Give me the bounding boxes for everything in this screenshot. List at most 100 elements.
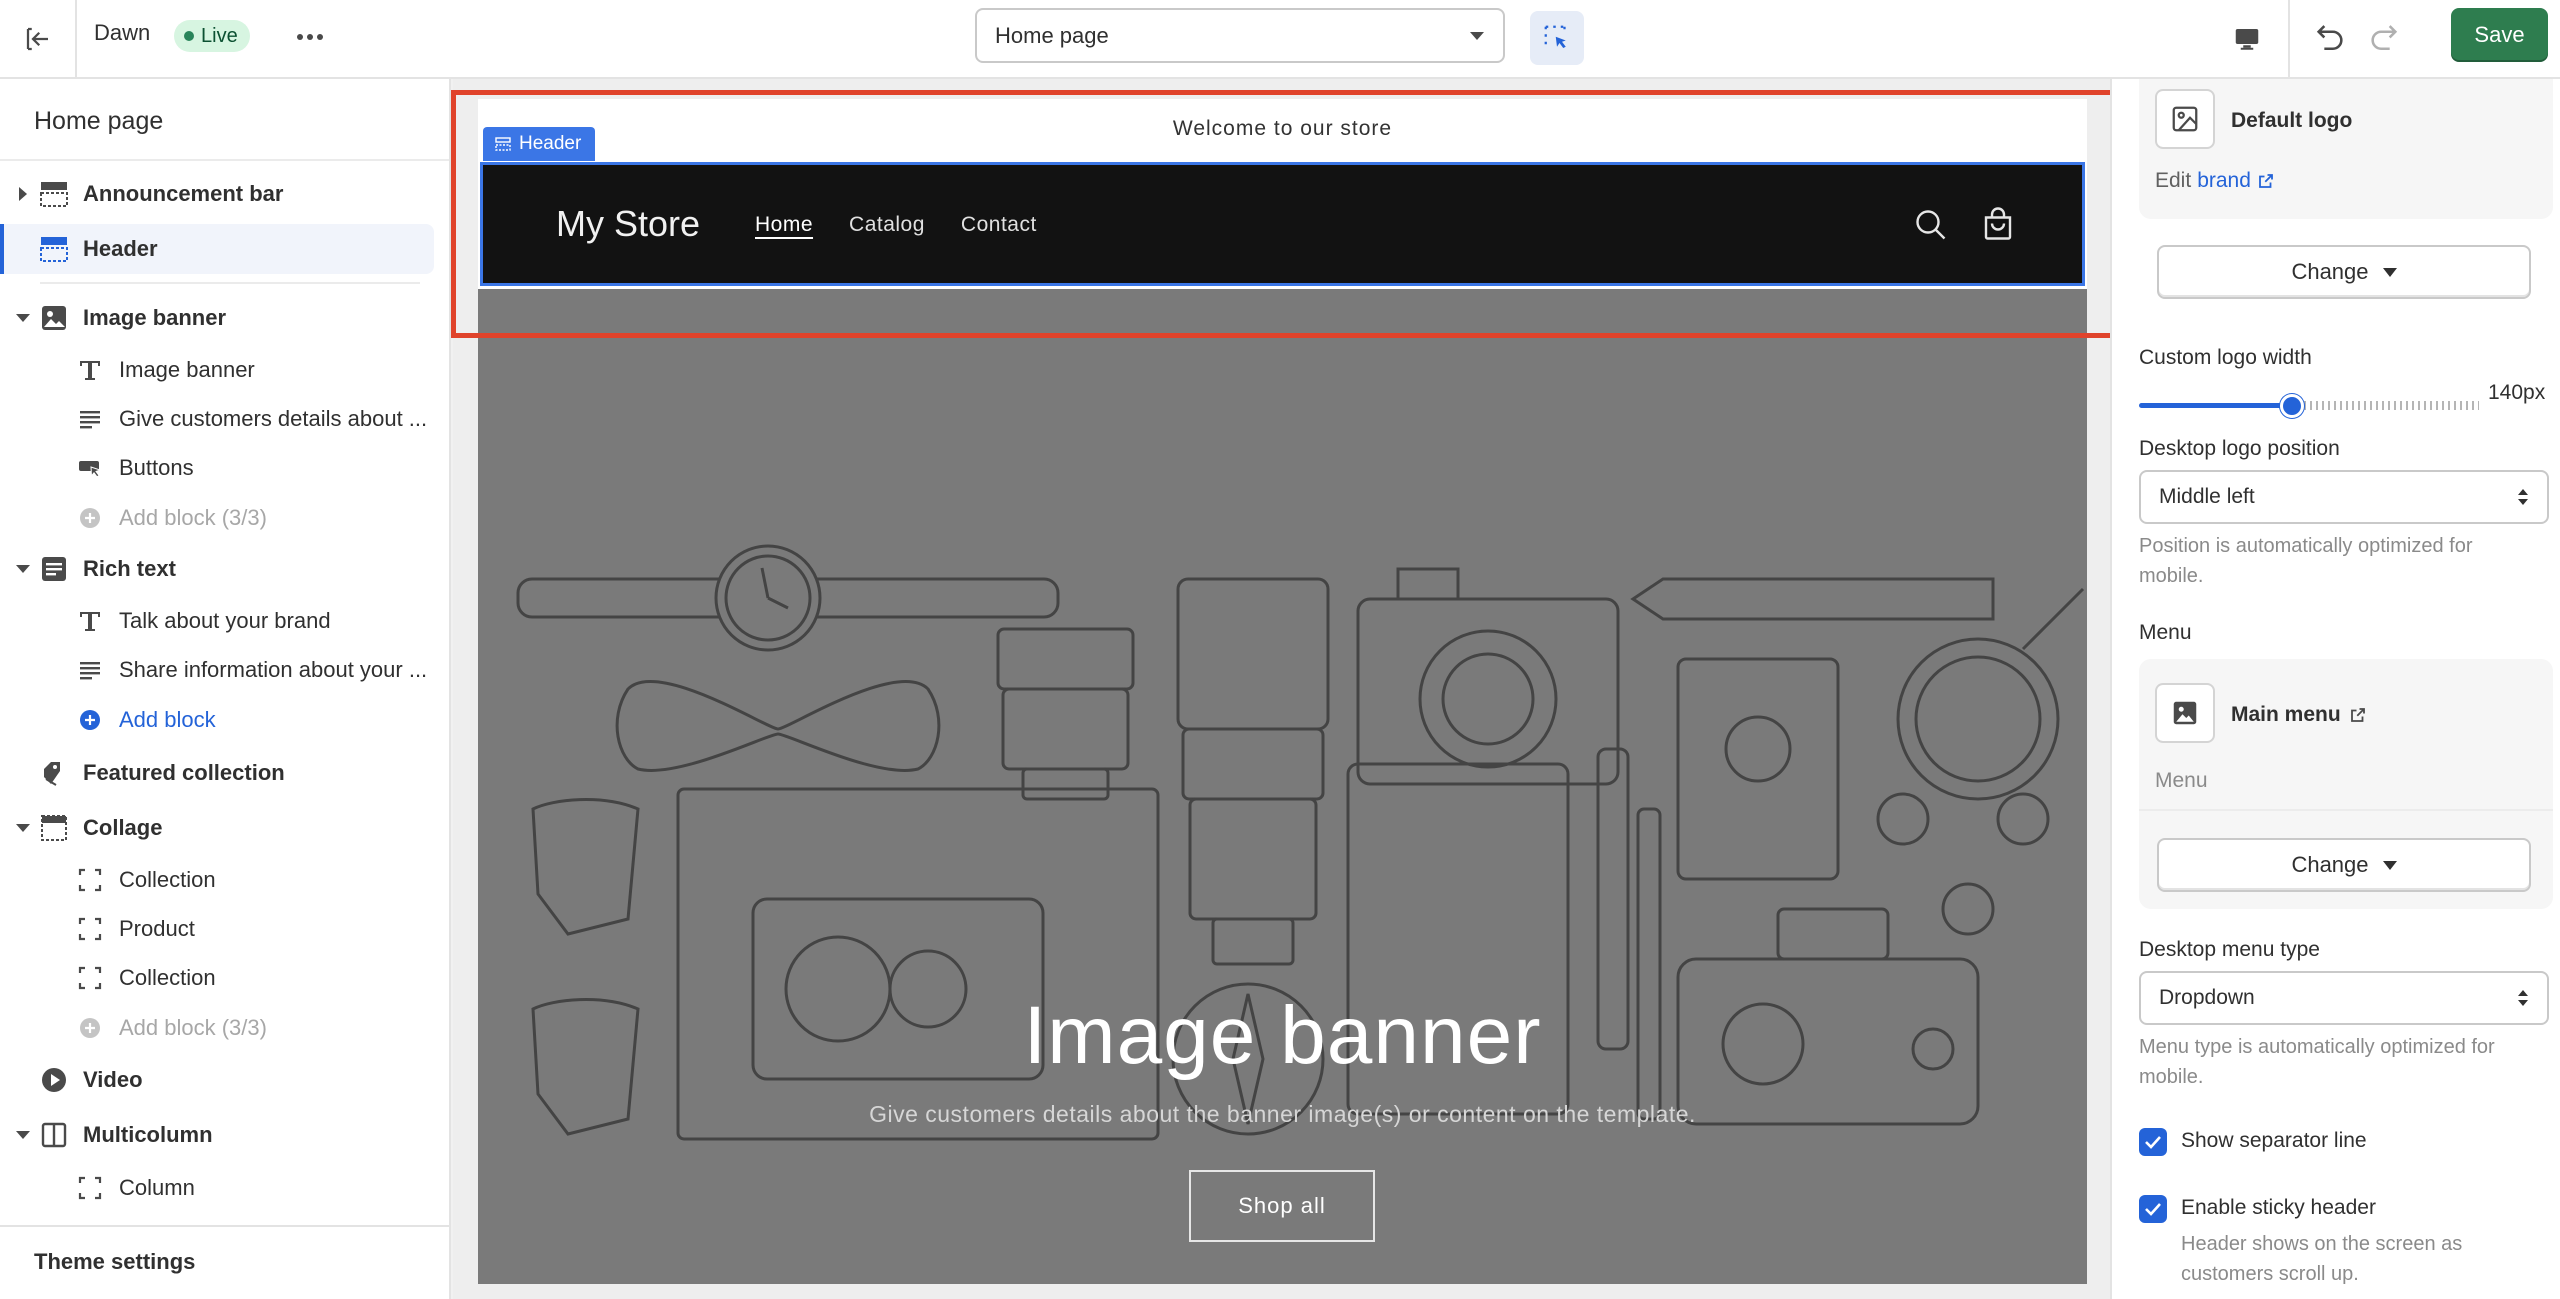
store-preview: Welcome to our store Header My Store Hom…: [453, 79, 2110, 1299]
banner-heading: Image banner: [1023, 990, 1542, 1081]
logo-width-slider[interactable]: [2139, 385, 2479, 425]
save-button[interactable]: Save: [2451, 8, 2548, 62]
page-selector[interactable]: Home page: [975, 8, 1505, 63]
sticky-header-label: Enable sticky header: [2181, 1196, 2376, 1219]
add-circle-icon: [76, 504, 104, 532]
edit-brand-link[interactable]: brand: [2197, 169, 2251, 193]
section-header[interactable]: Header: [0, 224, 434, 274]
separator-label: Show separator line: [2181, 1129, 2367, 1152]
image-placeholder-icon: [2172, 106, 2198, 132]
theme-settings-label: Theme settings: [34, 1249, 196, 1274]
separator-checkbox[interactable]: [2139, 1128, 2167, 1156]
chevron-down-icon[interactable]: [16, 1128, 30, 1142]
chevron-right-icon[interactable]: [16, 187, 30, 201]
edit-brand-row: Edit brand: [2155, 169, 2275, 193]
shop-all-button[interactable]: Shop all: [1189, 1170, 1375, 1242]
menu-type-select[interactable]: Dropdown: [2139, 971, 2549, 1025]
section-announcement-bar[interactable]: Announcement bar: [0, 169, 449, 219]
theme-settings-tab[interactable]: Theme settings: [0, 1225, 449, 1299]
dashed-square-icon: [76, 866, 104, 894]
desktop-preview-button[interactable]: [2224, 16, 2270, 62]
section-multicolumn[interactable]: Multicolumn: [0, 1110, 449, 1160]
slider-knob[interactable]: [2280, 394, 2304, 418]
menu-title-row: Main menu: [2231, 703, 2367, 727]
block-label: Product: [119, 916, 195, 941]
exit-button[interactable]: [0, 0, 77, 77]
image-banner[interactable]: Image banner Give customers details abou…: [478, 289, 2087, 1284]
add-block-image-banner: Add block (3/3): [0, 493, 449, 543]
chevron-down-icon[interactable]: [16, 311, 30, 325]
block-collage-product[interactable]: Product: [0, 904, 449, 954]
logo-width-value: 140px: [2488, 381, 2546, 404]
ellipsis-icon: [297, 34, 323, 40]
more-actions-button[interactable]: [292, 22, 328, 52]
logo-card: Default logo Edit brand: [2139, 79, 2553, 219]
live-dot-icon: [184, 31, 194, 41]
text-icon: [76, 356, 104, 384]
logo-thumbnail[interactable]: [2155, 89, 2215, 149]
redo-button[interactable]: [2364, 16, 2404, 56]
block-rich-text-heading[interactable]: Talk about your brand: [0, 596, 449, 646]
text-icon: [76, 607, 104, 635]
block-label: Column: [119, 1175, 195, 1200]
store-header[interactable]: Header My Store Home Catalog Contact: [480, 127, 2085, 286]
topbar-divider: [2288, 0, 2290, 77]
slider-fill: [2139, 403, 2292, 408]
nav-home-link[interactable]: Home: [755, 213, 813, 237]
redo-icon: [2371, 25, 2398, 51]
checkmark-icon: [2145, 1136, 2161, 1149]
add-block-rich-text[interactable]: Add block: [0, 695, 449, 745]
section-video[interactable]: Video: [0, 1055, 449, 1105]
chevron-down-icon[interactable]: [16, 562, 30, 576]
image-icon: [2173, 701, 2197, 725]
block-collage-collection-2[interactable]: Collection: [0, 953, 449, 1003]
chevron-down-icon[interactable]: [16, 821, 30, 835]
announcement-bar[interactable]: Welcome to our store: [478, 99, 2087, 159]
menu-card-divider: [2139, 809, 2553, 811]
section-rich-text[interactable]: Rich text: [0, 544, 449, 594]
logo-change-button[interactable]: Change: [2157, 245, 2531, 299]
inspector-toggle-button[interactable]: [1530, 11, 1584, 65]
nav-catalog-link[interactable]: Catalog: [849, 213, 925, 237]
add-block-label: Add block (3/3): [119, 505, 267, 530]
logo-position-value: Middle left: [2159, 485, 2255, 508]
search-icon[interactable]: [1913, 207, 1949, 243]
menu-change-button[interactable]: Change: [2157, 838, 2531, 892]
desktop-icon: [2235, 29, 2259, 50]
sidebar-title: Home page: [34, 107, 164, 135]
section-collage[interactable]: Collage: [0, 803, 449, 853]
section-image-banner[interactable]: Image banner: [0, 293, 449, 343]
rich-text-icon: [38, 553, 70, 585]
menu-type-help: Menu type is automatically optimized for…: [2139, 1036, 2495, 1088]
caret-down-icon: [2382, 267, 2397, 277]
section-label: Multicolumn: [83, 1122, 213, 1147]
block-label: Share information about your ...: [119, 657, 428, 682]
undo-button[interactable]: [2310, 16, 2350, 56]
nav-contact-link[interactable]: Contact: [961, 213, 1037, 237]
top-bar: Dawn Live Home page Save: [0, 0, 2560, 79]
menu-title[interactable]: Main menu: [2231, 703, 2341, 727]
columns-icon: [38, 1119, 70, 1151]
section-label: Announcement bar: [83, 181, 284, 206]
logo-width-label: Custom logo width: [2139, 346, 2312, 369]
sticky-header-checkbox[interactable]: [2139, 1195, 2167, 1223]
logo-position-label: Desktop logo position: [2139, 437, 2340, 460]
logo-position-select[interactable]: Middle left: [2139, 470, 2549, 524]
block-rich-text-text[interactable]: Share information about your ...: [0, 645, 449, 695]
section-featured-collection[interactable]: Featured collection: [0, 748, 449, 798]
select-arrows-icon: [2518, 489, 2528, 505]
preview-canvas: Welcome to our store Header My Store Hom…: [478, 99, 2087, 1284]
cart-icon[interactable]: [1980, 207, 2016, 243]
block-multicolumn-column[interactable]: Column: [0, 1163, 449, 1213]
store-logo-text[interactable]: My Store: [556, 203, 700, 245]
block-label: Talk about your brand: [119, 608, 331, 633]
block-image-banner-buttons[interactable]: Buttons: [0, 443, 449, 493]
menu-thumbnail[interactable]: [2155, 683, 2215, 743]
block-collage-collection-1[interactable]: Collection: [0, 855, 449, 905]
block-label: Buttons: [119, 455, 194, 480]
add-block-collage: Add block (3/3): [0, 1003, 449, 1053]
tag-icon: [38, 757, 70, 789]
sidebar-divider: [0, 159, 449, 161]
block-image-banner-heading[interactable]: Image banner: [0, 345, 449, 395]
block-image-banner-text[interactable]: Give customers details about ...: [0, 394, 449, 444]
